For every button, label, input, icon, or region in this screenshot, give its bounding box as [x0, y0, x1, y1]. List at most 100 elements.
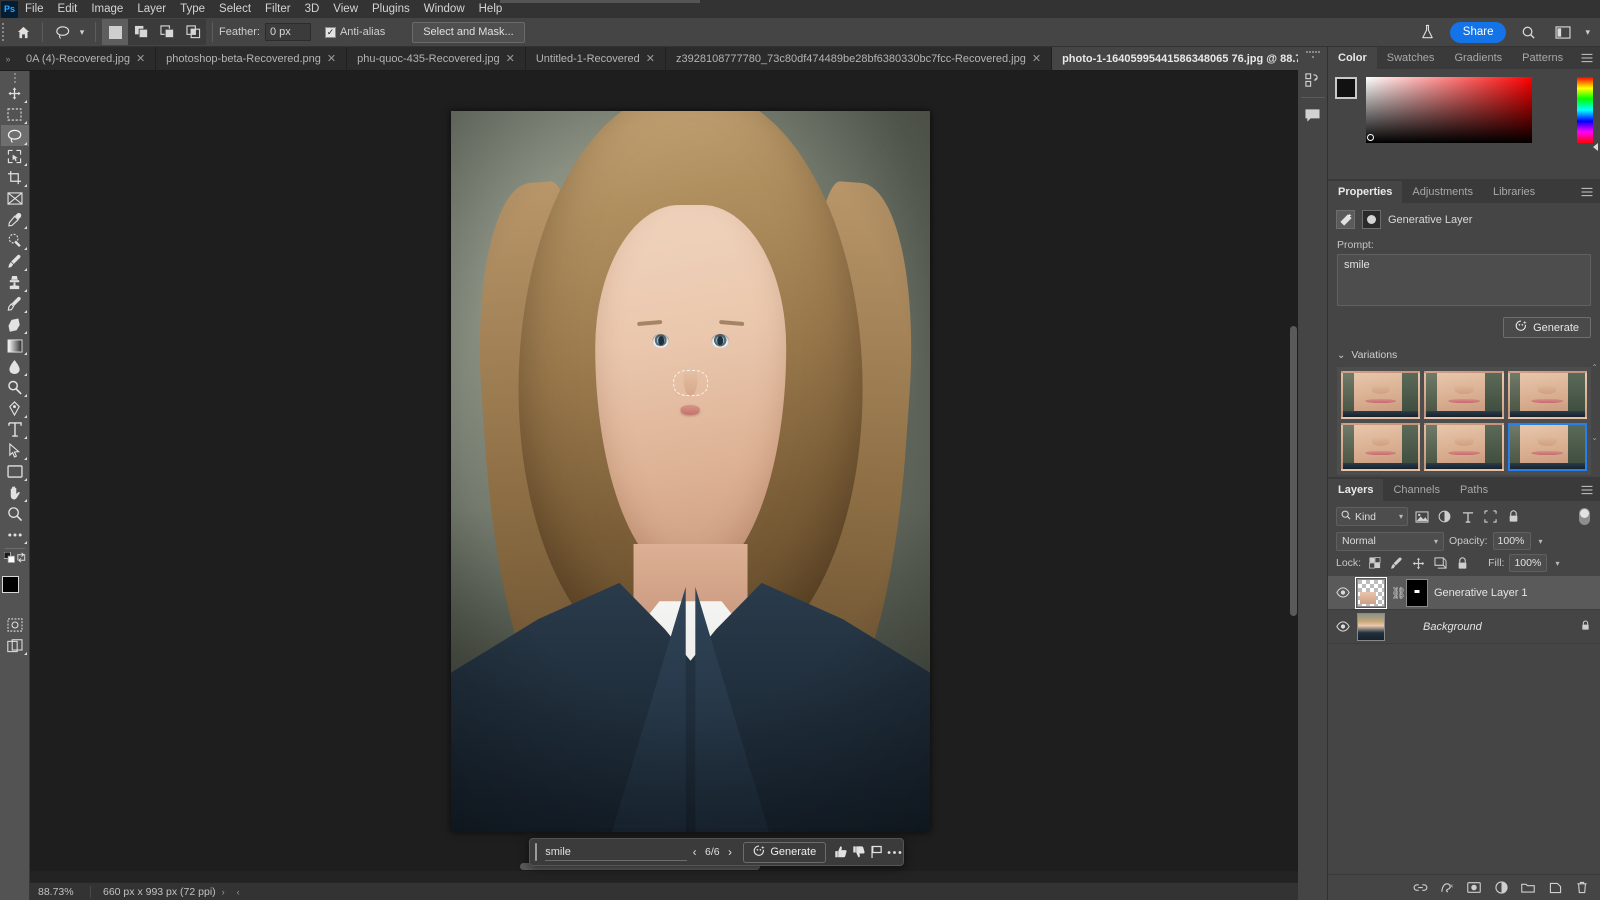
add-to-selection-button[interactable]	[128, 19, 154, 45]
status-collapse-icon[interactable]: ‹	[231, 887, 246, 897]
blur-tool[interactable]	[1, 356, 29, 377]
home-icon[interactable]	[10, 19, 36, 45]
type-tool[interactable]	[1, 419, 29, 440]
add-layer-mask-icon[interactable]	[1466, 880, 1482, 896]
properties-scroll-down-icon[interactable]: ⌄	[1591, 433, 1598, 442]
color-picker-cursor[interactable]	[1367, 134, 1374, 141]
menu-3d[interactable]: 3D	[298, 0, 327, 18]
layer-visibility-icon[interactable]	[1334, 621, 1351, 632]
edit-toolbar-icon[interactable]	[1, 524, 29, 545]
share-button[interactable]: Share	[1449, 21, 1507, 43]
document-tab-1[interactable]: photoshop-beta-Recovered.png ✕	[156, 47, 348, 70]
properties-generate-button[interactable]: Generate	[1503, 317, 1591, 338]
menu-file[interactable]: File	[18, 0, 51, 18]
frame-tool[interactable]	[1, 188, 29, 209]
clone-stamp-tool[interactable]	[1, 272, 29, 293]
delete-layer-icon[interactable]	[1574, 880, 1590, 896]
variation-1[interactable]	[1341, 371, 1421, 419]
canvas-work-area[interactable]	[30, 71, 1298, 871]
previous-variation-button[interactable]: ‹	[687, 841, 702, 863]
quick-mask-icon[interactable]	[1, 614, 29, 635]
dodge-tool[interactable]	[1, 377, 29, 398]
mouth-selection[interactable]	[673, 369, 708, 396]
tab-swatches[interactable]: Swatches	[1376, 47, 1445, 69]
eraser-tool[interactable]	[1, 314, 29, 335]
variation-5[interactable]	[1424, 423, 1504, 471]
tab-color[interactable]: Color	[1328, 47, 1377, 69]
brush-tool[interactable]	[1, 251, 29, 272]
layer-kind-select[interactable]: Kind ▾	[1336, 507, 1408, 526]
antialias-checkbox[interactable]: ✓	[324, 26, 336, 38]
smart-object-filter-icon[interactable]	[1504, 507, 1523, 526]
screen-mode-icon[interactable]	[1, 635, 29, 656]
status-expand-icon[interactable]: ›	[216, 887, 231, 897]
close-icon[interactable]: ✕	[136, 52, 145, 65]
lock-transparency-icon[interactable]	[1366, 555, 1383, 572]
history-icon[interactable]	[1299, 67, 1327, 93]
crop-tool[interactable]	[1, 167, 29, 188]
feather-input[interactable]	[264, 23, 311, 41]
path-selection-tool[interactable]	[1, 440, 29, 461]
swap-colors-icon[interactable]	[16, 552, 27, 566]
layer-visibility-icon[interactable]	[1334, 587, 1351, 598]
variation-4[interactable]	[1341, 423, 1421, 471]
document-tab-4[interactable]: z3928108777780_73c80df474489be28bf638033…	[665, 47, 1053, 70]
tab-channels[interactable]: Channels	[1383, 479, 1450, 501]
subtract-from-selection-button[interactable]	[154, 19, 180, 45]
tab-libraries[interactable]: Libraries	[1482, 181, 1546, 203]
object-selection-tool[interactable]	[1, 146, 29, 167]
foreground-color-swatch[interactable]	[1, 576, 19, 593]
new-layer-icon[interactable]	[1547, 880, 1563, 896]
menu-image[interactable]: Image	[84, 0, 130, 18]
link-mask-icon[interactable]: ⛓	[1391, 586, 1406, 600]
hue-slider[interactable]	[1577, 77, 1593, 143]
tab-adjustments[interactable]: Adjustments	[1402, 181, 1483, 203]
layer-row-background[interactable]: Background	[1328, 610, 1600, 644]
tab-scroll-left-icon[interactable]: »	[0, 47, 16, 70]
zoom-level[interactable]: 88.73%	[30, 886, 90, 898]
lock-image-icon[interactable]	[1388, 555, 1405, 572]
close-icon[interactable]: ✕	[506, 52, 515, 65]
spot-healing-brush-tool[interactable]	[1, 230, 29, 251]
layer-style-icon[interactable]: x	[1439, 880, 1455, 896]
document-tab-2[interactable]: phu-quoc-435-Recovered.jpg ✕	[347, 47, 526, 70]
gradient-tool[interactable]	[1, 335, 29, 356]
rectangular-marquee-tool[interactable]	[1, 104, 29, 125]
pen-tool[interactable]	[1, 398, 29, 419]
more-options-icon[interactable]	[885, 841, 903, 863]
menu-filter[interactable]: Filter	[258, 0, 298, 18]
lock-all-icon[interactable]	[1454, 555, 1471, 572]
menu-layer[interactable]: Layer	[130, 0, 173, 18]
color-panel-foreground-swatch[interactable]	[1335, 77, 1357, 99]
lock-position-icon[interactable]	[1410, 555, 1427, 572]
next-variation-button[interactable]: ›	[723, 841, 738, 863]
eyedropper-tool[interactable]	[1, 209, 29, 230]
panel-menu-icon[interactable]	[1581, 181, 1600, 203]
generative-prompt-input[interactable]	[545, 843, 688, 861]
new-group-icon[interactable]	[1520, 880, 1536, 896]
chevron-down-icon[interactable]: ▾	[1434, 537, 1438, 546]
zoom-tool[interactable]	[1, 503, 29, 524]
opacity-caret-icon[interactable]: ▾	[1539, 537, 1543, 546]
drag-handle[interactable]	[535, 843, 538, 861]
tab-paths[interactable]: Paths	[1449, 479, 1499, 501]
menu-select[interactable]: Select	[212, 0, 258, 18]
flask-icon[interactable]	[1415, 19, 1441, 45]
new-selection-button[interactable]	[102, 19, 128, 45]
hand-tool[interactable]	[1, 482, 29, 503]
fill-caret-icon[interactable]: ▾	[1555, 559, 1559, 568]
panel-menu-icon[interactable]	[1581, 479, 1600, 501]
canvas-vertical-scroll-thumb[interactable]	[1290, 326, 1297, 616]
generate-button[interactable]: Generate	[743, 841, 827, 863]
layer-thumbnail[interactable]	[1355, 576, 1387, 609]
tab-layers[interactable]: Layers	[1328, 479, 1384, 501]
tab-gradients[interactable]: Gradients	[1444, 47, 1513, 69]
menu-plugins[interactable]: Plugins	[365, 0, 417, 18]
close-icon[interactable]: ✕	[327, 52, 336, 65]
workspace-caret-icon[interactable]: ▾	[1585, 27, 1590, 38]
menu-view[interactable]: View	[326, 0, 365, 18]
color-picker-field[interactable]	[1366, 77, 1532, 143]
thumbs-up-icon[interactable]	[832, 841, 850, 863]
menu-type[interactable]: Type	[173, 0, 212, 18]
antialias-group[interactable]: ✓ Anti-alias	[324, 26, 390, 38]
